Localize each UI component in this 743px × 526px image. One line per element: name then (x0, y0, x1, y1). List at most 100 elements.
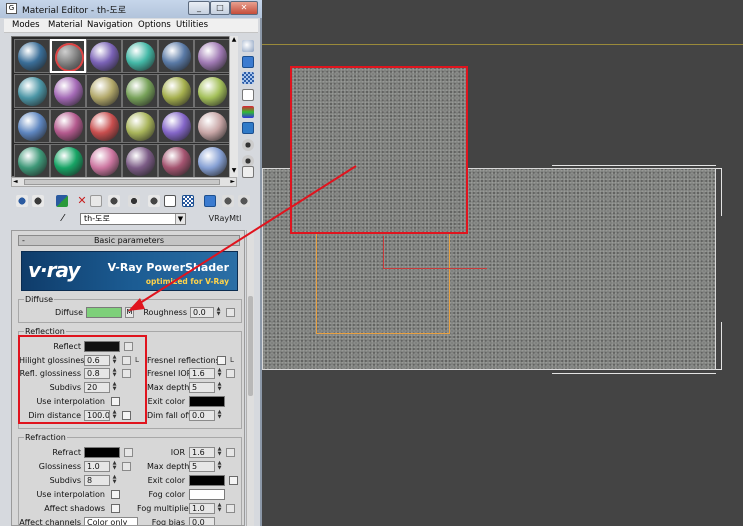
reset-map-icon[interactable]: ✕ (76, 195, 88, 207)
scroll-thumb[interactable] (24, 179, 220, 185)
material-id-channel-icon[interactable] (128, 195, 140, 207)
make-unique-icon[interactable] (90, 195, 102, 207)
background-icon[interactable] (242, 72, 254, 84)
material-map-navigator-icon[interactable] (242, 166, 254, 178)
go-forward-icon[interactable] (204, 195, 216, 207)
menu-navigation[interactable]: Navigation (87, 20, 133, 30)
material-slot[interactable] (50, 74, 86, 108)
fog-bias-spinner[interactable]: 0.0 (189, 517, 215, 525)
show-end-result-icon[interactable] (164, 195, 176, 207)
slots-horizontal-scrollbar[interactable]: ◄ ► (11, 177, 237, 187)
dim-falloff-spinner[interactable]: 0.0 (189, 410, 215, 421)
menu-options[interactable]: Options (138, 20, 171, 30)
uv-tiling-icon[interactable] (242, 89, 254, 101)
material-slot[interactable] (122, 109, 158, 143)
material-slot[interactable] (86, 109, 122, 143)
reflect-max-depth-arrows[interactable]: ▲ ▼ (216, 382, 223, 393)
options-extra-icon[interactable] (222, 195, 234, 207)
material-slot[interactable] (86, 144, 122, 178)
material-navigator-icon[interactable] (238, 195, 250, 207)
roughness-spinner[interactable]: 0.0 (190, 307, 214, 318)
maximize-button[interactable]: □ (210, 1, 230, 15)
go-to-parent-icon[interactable] (182, 195, 194, 207)
menu-utilities[interactable]: Utilities (176, 20, 208, 30)
fresnel-lock-button[interactable]: L (230, 356, 234, 364)
material-slot[interactable] (194, 39, 230, 73)
affect-channels-dropdown[interactable]: Color only (84, 517, 138, 525)
reflect-max-depth-spinner[interactable]: 5 (189, 382, 215, 393)
menu-modes[interactable]: Modes (12, 20, 40, 30)
refr-subdivs-arrows[interactable]: ▲ ▼ (111, 475, 118, 486)
fog-multiplier-map-button[interactable] (226, 504, 235, 513)
dim-falloff-arrows[interactable]: ▲ ▼ (216, 410, 223, 421)
panel-scrollbar[interactable] (246, 230, 254, 526)
sample-type-icon[interactable] (242, 40, 254, 52)
minimize-button[interactable]: _ (188, 1, 210, 15)
ior-spinner[interactable]: 1.6 (189, 447, 215, 458)
diffuse-color-swatch[interactable] (86, 307, 122, 318)
panel-scroll-thumb[interactable] (248, 296, 253, 396)
material-slot[interactable] (14, 109, 50, 143)
video-check-icon[interactable] (242, 106, 254, 118)
get-material-icon[interactable] (16, 195, 28, 207)
material-slot[interactable] (122, 74, 158, 108)
refract-color-swatch[interactable] (84, 447, 120, 458)
refr-subdivs-spinner[interactable]: 8 (84, 475, 110, 486)
material-slot[interactable] (14, 144, 50, 178)
refr-max-depth-spinner[interactable]: 5 (189, 461, 215, 472)
scroll-up-arrow[interactable]: ▲ (230, 36, 238, 46)
menu-material[interactable]: Material (48, 20, 83, 30)
fresnel-ior-arrows[interactable]: ▲ ▼ (216, 368, 223, 379)
slots-vertical-scrollbar[interactable]: ▲ ▼ (229, 36, 238, 177)
ior-map-button[interactable] (226, 448, 235, 457)
scroll-right-arrow[interactable]: ► (230, 178, 235, 185)
reflect-exit-color-swatch[interactable] (189, 396, 225, 407)
chevron-down-icon[interactable]: ▼ (175, 214, 185, 224)
fog-color-swatch[interactable] (189, 489, 225, 500)
affect-shadows-checkbox[interactable] (111, 504, 120, 513)
ior-arrows[interactable]: ▲ ▼ (216, 447, 223, 458)
roughness-map-button[interactable] (226, 308, 235, 317)
show-shaded-icon[interactable] (148, 195, 160, 207)
material-slot[interactable] (158, 109, 194, 143)
material-slot[interactable] (14, 39, 50, 73)
material-slot[interactable] (158, 144, 194, 178)
material-slot[interactable] (194, 109, 230, 143)
roughness-spinner-arrows[interactable]: ▲ ▼ (215, 307, 222, 318)
refr-exit-color-checkbox[interactable] (229, 476, 238, 485)
material-slot[interactable] (122, 144, 158, 178)
fresnel-checkbox[interactable] (217, 356, 226, 365)
material-slot[interactable] (122, 39, 158, 73)
material-type-button[interactable]: VRayMtl (198, 213, 252, 225)
refr-max-depth-arrows[interactable]: ▲ ▼ (216, 461, 223, 472)
material-slot[interactable] (86, 39, 122, 73)
refr-use-interp-checkbox[interactable] (111, 490, 120, 499)
close-button[interactable]: ✕ (230, 1, 258, 15)
put-to-library-icon[interactable] (108, 195, 120, 207)
material-slot[interactable] (14, 74, 50, 108)
scroll-left-arrow[interactable]: ◄ (13, 178, 18, 185)
material-slot[interactable] (50, 144, 86, 178)
material-slot[interactable] (194, 144, 230, 178)
material-slot[interactable] (158, 74, 194, 108)
backlight-icon[interactable] (242, 56, 254, 68)
diffuse-map-button[interactable]: M (125, 307, 134, 318)
eyedropper-icon[interactable]: ⁄ (62, 213, 74, 225)
material-slot[interactable] (86, 74, 122, 108)
material-slot[interactable] (50, 109, 86, 143)
refr-exit-color-swatch[interactable] (189, 475, 225, 486)
options-icon[interactable] (242, 139, 254, 151)
refr-gloss-map-button[interactable] (122, 462, 131, 471)
make-preview-icon[interactable] (242, 122, 254, 134)
rollout-header[interactable]: - Basic parameters (18, 235, 240, 246)
material-slot[interactable] (158, 39, 194, 73)
fog-multiplier-spinner[interactable]: 1.0 (189, 503, 215, 514)
material-name-field[interactable]: th-도로 ▼ (80, 213, 186, 225)
scroll-down-arrow[interactable]: ▼ (230, 167, 238, 177)
material-slot[interactable] (194, 74, 230, 108)
material-slot[interactable] (50, 39, 86, 73)
put-to-scene-icon[interactable] (32, 195, 44, 207)
fresnel-ior-spinner[interactable]: 1.6 (189, 368, 215, 379)
refr-gloss-arrows[interactable]: ▲ ▼ (111, 461, 118, 472)
fresnel-ior-map-button[interactable] (226, 369, 235, 378)
